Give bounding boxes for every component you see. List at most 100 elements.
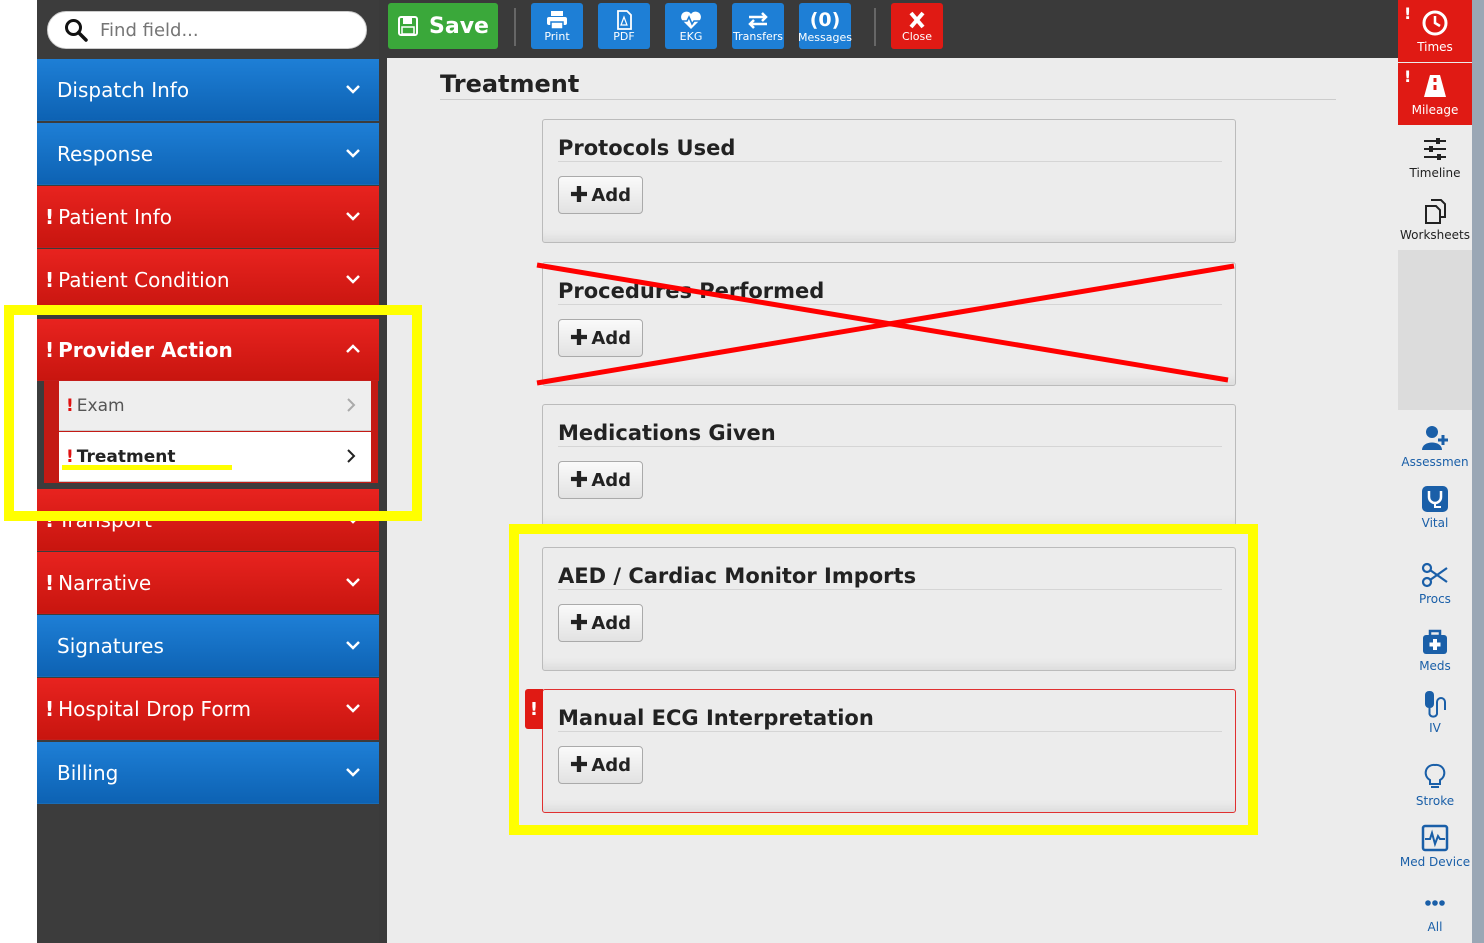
rb-label: Stroke — [1415, 793, 1455, 808]
messages-label: Messages — [798, 30, 852, 44]
add-procedure-button[interactable]: ✚ Add — [558, 319, 643, 357]
provider-action-submenu: ! Exam ! Treatment — [44, 381, 378, 483]
close-icon — [909, 11, 925, 28]
nav-label: Provider Action — [58, 337, 233, 362]
nav-label: Signatures — [57, 633, 164, 658]
save-label: Save — [429, 13, 489, 39]
ekg-button[interactable]: EKG — [665, 3, 717, 49]
rb-procs[interactable]: Procs — [1398, 552, 1472, 614]
nav-transport[interactable]: ! Transport — [37, 489, 379, 551]
panel-title: Manual ECG Interpretation — [558, 706, 874, 730]
add-label: Add — [591, 184, 632, 206]
search-box[interactable] — [47, 11, 367, 49]
nav-hospital-drop-form[interactable]: ! Hospital Drop Form — [37, 678, 379, 740]
save-button[interactable]: Save — [388, 3, 498, 49]
road-icon — [1424, 74, 1446, 97]
messages-button[interactable]: (0) Messages — [798, 3, 852, 49]
rb-label: Times — [1417, 39, 1453, 54]
nav-label: Billing — [57, 760, 119, 785]
exchange-icon — [748, 11, 768, 29]
printer-icon — [547, 10, 567, 30]
warning-mark: ! — [45, 337, 55, 362]
pdf-label: PDF — [613, 29, 635, 43]
rb-worksheets[interactable]: Worksheets — [1398, 188, 1472, 250]
nav-patient-condition[interactable]: ! Patient Condition — [37, 249, 379, 311]
rb-label: Timeline — [1409, 165, 1461, 180]
nav-label: Hospital Drop Form — [58, 696, 251, 721]
nav-patient-info[interactable]: ! Patient Info — [37, 186, 379, 248]
title-divider — [440, 99, 1336, 100]
warning-mark: ! — [45, 507, 55, 532]
panel-divider — [558, 731, 1222, 732]
print-button[interactable]: Print — [531, 3, 583, 49]
left-margin — [0, 0, 37, 943]
heartbeat-icon — [681, 11, 701, 29]
sidebar: Dispatch Info Response ! Patient Info ! … — [37, 0, 379, 943]
lightbulb-icon — [1424, 763, 1446, 788]
rb-timeline[interactable]: Timeline — [1398, 126, 1472, 188]
rb-assessment[interactable]: Assessmen — [1398, 415, 1472, 477]
rb-mileage[interactable]: ! Mileage — [1398, 63, 1472, 125]
add-medication-button[interactable]: ✚ Add — [558, 461, 643, 499]
panel-manual-ecg-interpretation: ! Manual ECG Interpretation ✚ Add — [525, 689, 1236, 813]
messages-count: (0) — [809, 8, 841, 31]
user-plus-icon — [1422, 425, 1448, 450]
plus-icon: ✚ — [569, 752, 589, 778]
copy-icon — [1425, 198, 1446, 224]
nav-dispatch-info[interactable]: Dispatch Info — [37, 59, 379, 121]
panel-protocols-used: Protocols Used ✚ Add — [542, 119, 1236, 243]
transfers-label: Transfers — [733, 29, 783, 43]
chevron-down-icon — [346, 515, 360, 524]
rb-label: Assessmen — [1401, 454, 1469, 469]
rb-times[interactable]: ! Times — [1398, 0, 1472, 62]
plus-icon: ✚ — [569, 610, 589, 636]
ekg-label: EKG — [679, 29, 703, 43]
chevron-down-icon — [346, 275, 360, 284]
chevron-down-icon — [346, 149, 360, 158]
panel-divider — [558, 446, 1222, 447]
rb-all[interactable]: All — [1398, 880, 1472, 942]
nav-billing[interactable]: Billing — [37, 742, 379, 804]
panel-title: Medications Given — [558, 421, 776, 445]
transfers-button[interactable]: Transfers — [732, 3, 784, 49]
pdf-icon — [617, 9, 632, 30]
rb-label: IV — [1429, 720, 1441, 735]
rb-meds[interactable]: Meds — [1398, 619, 1472, 681]
rb-iv[interactable]: IV — [1398, 681, 1472, 743]
chevron-right-icon — [347, 398, 356, 412]
scissors-icon — [1421, 562, 1448, 587]
panel-divider — [558, 161, 1222, 162]
add-ecg-button[interactable]: ✚ Add — [558, 746, 643, 784]
rb-med-device[interactable]: Med Device — [1398, 815, 1472, 877]
rb-label: Worksheets — [1400, 227, 1470, 242]
panel-divider — [558, 304, 1222, 305]
search-input[interactable] — [100, 19, 340, 41]
warning-flag: ! — [525, 689, 543, 729]
nav-provider-action[interactable]: ! Provider Action — [37, 319, 379, 381]
nav-narrative[interactable]: ! Narrative — [37, 552, 379, 614]
monitor-icon — [1421, 824, 1449, 851]
nav-signatures[interactable]: Signatures — [37, 615, 379, 677]
nav-label: Response — [57, 141, 154, 166]
page-title: Treatment — [440, 70, 580, 98]
rb-stroke[interactable]: Stroke — [1398, 754, 1472, 816]
add-protocol-button[interactable]: ✚ Add — [558, 176, 643, 214]
sub-item-treatment[interactable]: ! Treatment — [59, 432, 371, 482]
iv-icon — [1425, 690, 1446, 718]
chevron-down-icon — [346, 768, 360, 777]
sub-item-exam[interactable]: ! Exam — [59, 381, 371, 431]
nav-response[interactable]: Response — [37, 123, 379, 185]
chevron-up-icon — [346, 344, 360, 353]
toolbar-divider — [514, 8, 516, 46]
sub-item-label: Exam — [76, 395, 125, 416]
rb-vital[interactable]: Vital — [1398, 476, 1472, 538]
warning-mark: ! — [45, 204, 55, 229]
chevron-down-icon — [346, 704, 360, 713]
add-aed-import-button[interactable]: ✚ Add — [558, 604, 643, 642]
pdf-button[interactable]: PDF — [598, 3, 650, 49]
warning-mark: ! — [45, 267, 55, 292]
close-button[interactable]: Close — [891, 3, 943, 49]
sub-item-label: Treatment — [76, 446, 176, 467]
add-label: Add — [591, 612, 632, 634]
chevron-down-icon — [346, 641, 360, 650]
